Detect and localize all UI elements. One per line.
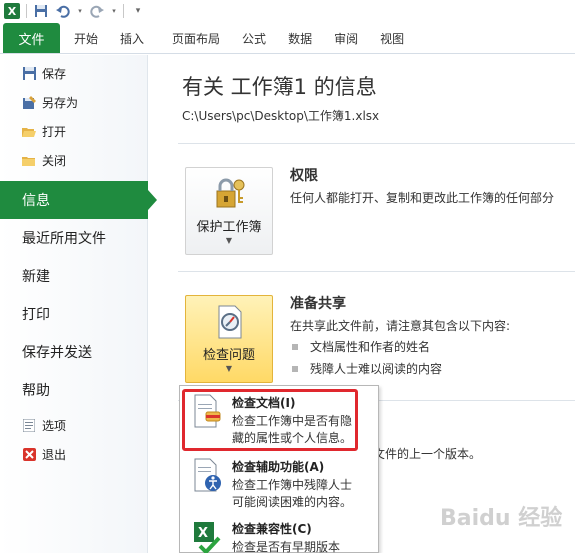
file-path: C:\Users\pc\Desktop\工作簿1.xlsx — [182, 109, 380, 123]
check-issues-label: 检查问题 — [202, 348, 255, 363]
nav-item-print[interactable]: 打印 — [0, 295, 147, 333]
bullet-text: 文档属性和作者的姓名 — [310, 340, 431, 354]
menu-item-check-compatibility[interactable]: X 检查兼容性(C) 检查是否有早期版本 — [180, 516, 378, 553]
nav-item-label: 打开 — [42, 125, 67, 139]
nav-item-recent[interactable]: 最近所用文件 — [0, 219, 147, 257]
ribbon-tab-bar: 文件 开始 插入 页面布局 公式 数据 审阅 视图 — [0, 22, 575, 54]
save-icon — [22, 67, 36, 81]
save-icon[interactable] — [33, 3, 49, 19]
tab-home[interactable]: 开始 — [60, 23, 114, 53]
page-title: 有关 工作簿1 的信息 — [182, 75, 377, 99]
watermark: Baidu 经验 — [440, 506, 563, 531]
tab-review[interactable]: 审阅 — [328, 23, 374, 53]
menu-item-desc: 检查是否有早期版本 — [232, 540, 341, 553]
nav-item-save-as[interactable]: 另存为 — [0, 88, 147, 117]
undo-icon[interactable] — [55, 3, 71, 19]
tab-formulas[interactable]: 公式 — [236, 23, 282, 53]
versions-desc: 文件的上一个版本。 — [373, 447, 482, 461]
bullet-icon — [292, 343, 298, 350]
nav-item-exit[interactable]: 退出 — [0, 440, 147, 469]
tab-insert[interactable]: 插入 — [114, 23, 160, 53]
check-issues-button[interactable]: 检查问题 ▼ — [185, 295, 273, 383]
chevron-down-icon: ▼ — [225, 236, 233, 245]
menu-item-desc: 可能阅读困难的内容。 — [232, 495, 353, 509]
accessibility-icon — [192, 458, 224, 492]
svg-text:X: X — [198, 526, 208, 541]
section-divider — [178, 143, 575, 144]
tab-file[interactable]: 文件 — [3, 23, 60, 53]
nav-item-info[interactable]: 信息 — [0, 181, 157, 219]
protect-workbook-label: 保护工作簿 — [196, 220, 262, 235]
nav-item-label: 关闭 — [42, 154, 67, 168]
highlight-annotation — [182, 389, 358, 451]
toolbar-separator — [123, 4, 124, 18]
chevron-down-icon: ▼ — [225, 364, 233, 373]
tab-page-layout[interactable]: 页面布局 — [160, 23, 236, 53]
save-as-icon — [22, 96, 36, 110]
permissions-desc: 任何人都能打开、复制和更改此工作簿的任何部分 — [290, 191, 555, 205]
menu-item-check-accessibility[interactable]: 检查辅助功能(A) 检查工作簿中残障人士 可能阅读困难的内容。 — [180, 454, 378, 511]
nav-item-close[interactable]: 关闭 — [0, 146, 147, 175]
quick-access-toolbar: X ▾ ▾ ▾ — [0, 0, 575, 22]
nav-item-label: 退出 — [42, 448, 67, 462]
nav-item-save[interactable]: 保存 — [0, 59, 147, 88]
inspect-document-icon — [211, 304, 247, 340]
exit-icon — [22, 448, 36, 462]
redo-icon[interactable] — [89, 3, 105, 19]
nav-item-save-send[interactable]: 保存并发送 — [0, 333, 147, 371]
excel-logo-icon[interactable]: X — [4, 3, 20, 19]
nav-item-help[interactable]: 帮助 — [0, 371, 147, 409]
protect-workbook-button[interactable]: 保护工作簿 ▼ — [185, 167, 273, 255]
undo-dropdown-icon[interactable]: ▾ — [77, 3, 83, 19]
menu-item-desc: 检查工作簿中残障人士 — [232, 478, 353, 492]
close-folder-icon — [22, 154, 36, 168]
options-icon — [22, 419, 36, 433]
lock-key-icon — [211, 176, 247, 212]
prepare-sharing-title: 准备共享 — [290, 296, 346, 312]
customize-toolbar-icon[interactable]: ▾ — [130, 3, 146, 19]
compatibility-check-icon: X — [192, 520, 224, 553]
toolbar-separator — [26, 4, 27, 18]
nav-item-label: 选项 — [42, 419, 67, 433]
prepare-sharing-desc: 在共享此文件前，请注意其包含以下内容: — [290, 319, 511, 333]
section-divider — [178, 271, 575, 272]
tab-view[interactable]: 视图 — [374, 23, 420, 53]
nav-item-new[interactable]: 新建 — [0, 257, 147, 295]
open-folder-icon — [22, 125, 36, 139]
nav-item-open[interactable]: 打开 — [0, 117, 147, 146]
tab-data[interactable]: 数据 — [282, 23, 328, 53]
bullet-icon — [292, 365, 298, 372]
menu-item-title: 检查兼容性(C) — [232, 522, 312, 536]
nav-item-label: 保存 — [42, 67, 67, 81]
permissions-title: 权限 — [290, 168, 318, 184]
list-item: 文档属性和作者的姓名 — [292, 338, 430, 355]
backstage-nav: 保存 另存为 打开 关闭 信息 最近所用文件 新建 打印 保存并发送 帮助 选项… — [0, 55, 157, 553]
menu-item-title: 检查辅助功能(A) — [232, 460, 325, 474]
nav-item-options[interactable]: 选项 — [0, 411, 147, 440]
bullet-text: 残障人士难以阅读的内容 — [310, 362, 443, 376]
nav-item-label: 另存为 — [42, 96, 79, 110]
redo-dropdown-icon[interactable]: ▾ — [111, 3, 117, 19]
list-item: 残障人士难以阅读的内容 — [292, 360, 442, 377]
